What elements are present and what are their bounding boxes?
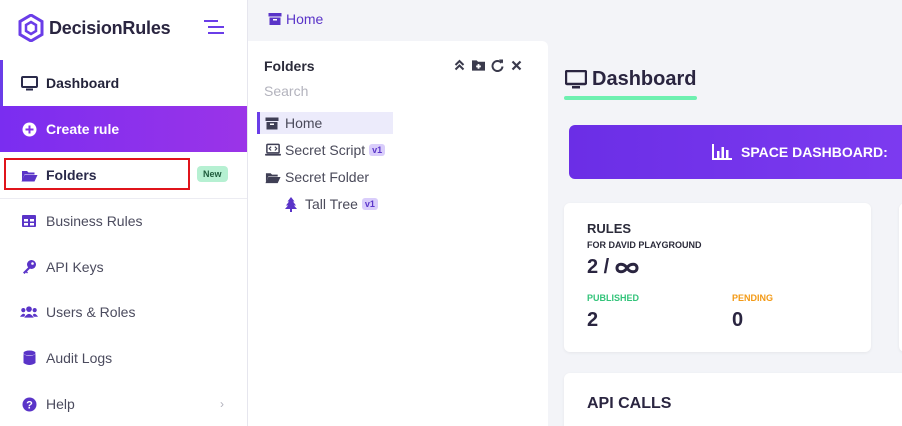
page-title-text: Dashboard <box>592 68 697 90</box>
breadcrumb-home[interactable]: Home <box>286 11 323 27</box>
infinity-icon <box>615 262 639 273</box>
sidebar-item-dashboard[interactable]: Dashboard <box>0 60 247 106</box>
pending-label: PENDING <box>732 293 774 303</box>
sidebar-item-label: Audit Logs <box>46 350 113 366</box>
tree-item-tall-tree[interactable]: Tall Tree v1 <box>285 193 378 215</box>
folder-open-icon <box>20 166 38 184</box>
chevron-right-icon[interactable]: › <box>220 397 224 411</box>
title-underline <box>564 96 697 100</box>
folders-toolbar <box>453 58 523 72</box>
close-icon[interactable] <box>510 58 523 72</box>
question-circle-icon: ? <box>20 395 38 413</box>
folders-panel: Folders Home Secret Script v1 Secret F <box>248 41 548 426</box>
sidebar-item-label: Users & Roles <box>46 304 136 320</box>
sidebar-item-label: Help <box>46 396 75 412</box>
version-badge: v1 <box>361 198 378 210</box>
rules-card-subtitle: FOR DAVID PLAYGROUND <box>587 240 702 250</box>
space-dashboard-banner[interactable]: SPACE DASHBOARD: <box>569 125 902 179</box>
published-label: PUBLISHED <box>587 293 640 303</box>
rules-count-value: 2 / <box>587 256 610 278</box>
new-folder-icon[interactable] <box>472 58 485 72</box>
logo-hexagon-icon <box>18 14 44 42</box>
tree-item-label: Home <box>285 115 323 131</box>
refresh-icon[interactable] <box>491 58 504 72</box>
sidebar-item-label: Folders <box>46 167 97 183</box>
sidebar: DecisionRules Dashboard Create rule Fold… <box>0 0 248 426</box>
tree-item-secret-script[interactable]: Secret Script v1 <box>265 139 386 161</box>
folders-search-input[interactable] <box>264 83 514 99</box>
tree-item-label: Secret Folder <box>285 169 370 185</box>
sidebar-item-help[interactable]: ? Help <box>0 381 247 426</box>
archive-icon <box>268 13 282 25</box>
rules-count: 2 / <box>587 256 640 279</box>
new-badge: New <box>197 166 228 182</box>
tree-icon <box>285 196 301 212</box>
sidebar-item-label: Dashboard <box>46 75 120 91</box>
api-calls-title: API CALLS <box>587 395 672 412</box>
api-calls-card: API CALLS <box>564 373 902 426</box>
folders-panel-title: Folders <box>264 58 315 74</box>
page-title: Dashboard <box>565 68 696 91</box>
tree-item-label: Tall Tree <box>305 196 358 212</box>
app-logo[interactable]: DecisionRules <box>18 14 171 42</box>
bar-chart-icon <box>712 144 732 160</box>
folder-open-icon <box>265 170 281 184</box>
menu-toggle-icon[interactable] <box>204 18 224 36</box>
rules-card: RULES FOR DAVID PLAYGROUND 2 / PUBLISHED… <box>564 203 871 352</box>
monitor-icon <box>565 69 587 88</box>
users-icon <box>20 303 38 321</box>
laptop-code-icon <box>265 143 281 157</box>
plus-circle-icon <box>20 120 38 138</box>
space-banner-label: SPACE DASHBOARD: <box>741 144 888 160</box>
collapse-all-icon[interactable] <box>453 58 466 72</box>
version-badge: v1 <box>369 144 386 156</box>
archive-icon <box>265 116 281 130</box>
monitor-icon <box>20 74 38 92</box>
create-rule-button[interactable]: Create rule <box>0 106 247 152</box>
tree-item-home[interactable]: Home <box>257 112 393 134</box>
tree-item-secret-folder[interactable]: Secret Folder <box>265 166 369 188</box>
app-name: DecisionRules <box>49 17 171 38</box>
svg-text:?: ? <box>26 399 33 411</box>
table-icon <box>20 212 38 230</box>
sidebar-item-users-roles[interactable]: Users & Roles <box>0 289 247 335</box>
sidebar-item-business-rules[interactable]: Business Rules <box>0 198 247 244</box>
pending-value: 0 <box>732 309 744 331</box>
sidebar-item-api-keys[interactable]: API Keys <box>0 244 247 290</box>
sidebar-item-label: API Keys <box>46 259 104 275</box>
tree-item-label: Secret Script <box>285 142 366 158</box>
published-value: 2 <box>587 309 599 331</box>
breadcrumb[interactable]: Home <box>268 11 323 27</box>
sidebar-item-audit-logs[interactable]: Audit Logs <box>0 335 247 381</box>
sidebar-item-label: Business Rules <box>46 213 143 229</box>
database-icon <box>20 349 38 367</box>
create-rule-label: Create rule <box>46 121 120 137</box>
key-icon <box>20 258 38 276</box>
rules-card-title: RULES <box>587 221 632 236</box>
